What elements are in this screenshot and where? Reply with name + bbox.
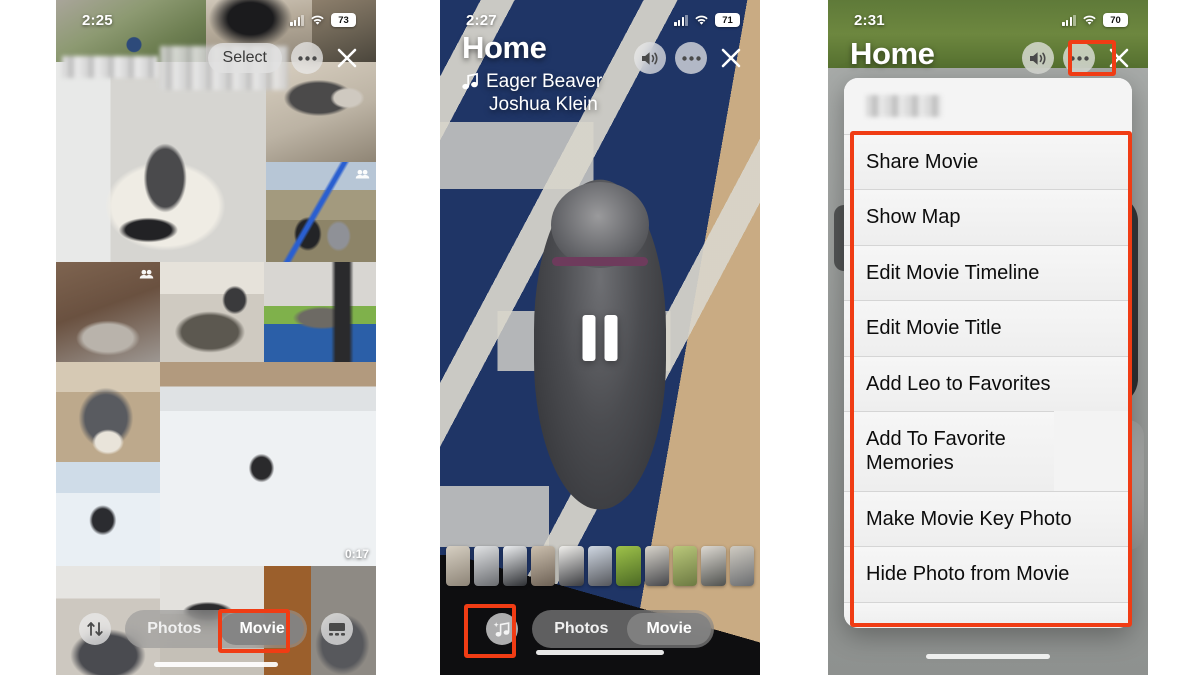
screenshot-stage: 0:17 2:25 73 Select Photos Movie 2:27 71… — [0, 0, 1200, 675]
music-note-sparkle-icon[interactable] — [486, 613, 519, 645]
photo-grid: 0:17 — [56, 0, 376, 675]
context-menu-header — [844, 78, 1132, 134]
phone-screenshot-right: 2:31 70 Home Share Movie Show Map Edit M… — [828, 0, 1148, 675]
sort-arrows-icon[interactable] — [79, 613, 112, 645]
grid-photo[interactable] — [56, 262, 160, 362]
segment-photos[interactable]: Photos — [535, 613, 627, 645]
grid-video[interactable]: 0:17 — [160, 362, 376, 566]
filmstrip-thumb[interactable] — [587, 546, 613, 586]
filmstrip-thumb[interactable] — [531, 546, 556, 586]
redacted-menu-header-label — [866, 95, 942, 117]
ellipsis-icon[interactable] — [1063, 42, 1095, 74]
filmstrip-thumb[interactable] — [701, 546, 726, 586]
middle-panel-actions — [634, 42, 746, 74]
now-playing-track: Eager Beaver — [462, 70, 602, 94]
menu-item-cut-off[interactable] — [844, 601, 1132, 628]
grid-photo[interactable] — [56, 62, 266, 262]
home-indicator — [154, 662, 278, 667]
menu-item-edit-movie-title[interactable]: Edit Movie Title — [844, 300, 1132, 356]
close-x-icon[interactable] — [1104, 43, 1134, 73]
redacted-label — [62, 56, 158, 78]
menu-item-hide-photo-from-movie[interactable]: Hide Photo from Movie — [844, 546, 1132, 602]
movie-title-block: Home Eager Beaver Joshua Klein — [462, 30, 602, 117]
phone-screenshot-left: 0:17 2:25 73 Select Photos Movie — [56, 0, 376, 675]
movie-filmstrip[interactable] — [446, 545, 754, 587]
ellipsis-icon[interactable] — [291, 42, 323, 74]
filmstrip-thumb[interactable] — [616, 546, 641, 586]
grid-photo[interactable] — [266, 162, 376, 262]
people-badge-icon — [355, 169, 370, 179]
playback-scrubber[interactable] — [536, 650, 664, 655]
video-duration: 0:17 — [344, 547, 369, 561]
filmstrip-thumb[interactable] — [559, 546, 584, 586]
grid-layout-icon[interactable] — [320, 613, 353, 645]
menu-item-make-movie-key-photo[interactable]: Make Movie Key Photo — [844, 490, 1132, 547]
segment-movie[interactable]: Movie — [627, 613, 711, 645]
filmstrip-thumb[interactable] — [729, 546, 754, 586]
speaker-volume-icon[interactable] — [634, 42, 666, 74]
grid-photo[interactable] — [56, 462, 160, 566]
track-name: Eager Beaver — [486, 70, 603, 92]
filmstrip-thumb[interactable] — [474, 546, 499, 586]
menu-item-add-leo-to-favorites[interactable]: Add Leo to Favorites — [844, 355, 1132, 411]
select-button[interactable]: Select — [207, 43, 282, 73]
left-bottom-bar: Photos Movie — [56, 607, 376, 651]
ellipsis-icon[interactable] — [675, 42, 707, 74]
filmstrip-thumb[interactable] — [672, 546, 698, 586]
segment-photos[interactable]: Photos — [128, 613, 220, 645]
grid-photo[interactable] — [160, 262, 264, 362]
filmstrip-thumb[interactable] — [446, 546, 471, 586]
people-badge-icon — [139, 269, 154, 279]
close-x-icon[interactable] — [716, 43, 746, 73]
menu-item-share-movie[interactable]: Share Movie — [844, 134, 1132, 190]
phone-screenshot-middle: 2:27 71 Home Eager Beaver Joshua Klein P… — [440, 0, 760, 675]
speaker-volume-icon[interactable] — [1022, 42, 1054, 74]
right-panel-actions — [1022, 42, 1134, 74]
middle-bottom-bar: Photos Movie — [440, 607, 760, 651]
middle-view-segmented-control: Photos Movie — [532, 610, 714, 648]
home-indicator — [926, 654, 1050, 659]
context-menu: Share Movie Show Map Edit Movie Timeline… — [844, 78, 1132, 628]
left-view-segmented-control: Photos Movie — [125, 610, 307, 648]
menu-item-add-to-favorite-memories[interactable]: Add To Favorite Memories — [844, 410, 1054, 491]
grid-photo[interactable] — [264, 262, 376, 362]
close-x-icon[interactable] — [332, 43, 362, 73]
segment-movie[interactable]: Movie — [220, 613, 304, 645]
movie-title: Home — [462, 30, 547, 65]
pause-icon[interactable] — [582, 314, 618, 361]
filmstrip-thumb[interactable] — [644, 546, 669, 586]
menu-item-show-map[interactable]: Show Map — [844, 189, 1132, 245]
movie-title: Home — [850, 36, 935, 71]
music-note-icon — [462, 72, 478, 90]
artist-name: Joshua Klein — [489, 94, 598, 116]
left-panel-toolbar: Select — [207, 42, 362, 74]
grid-photo[interactable] — [56, 362, 160, 462]
filmstrip-thumb[interactable] — [502, 546, 528, 586]
menu-item-edit-movie-timeline[interactable]: Edit Movie Timeline — [844, 244, 1132, 301]
